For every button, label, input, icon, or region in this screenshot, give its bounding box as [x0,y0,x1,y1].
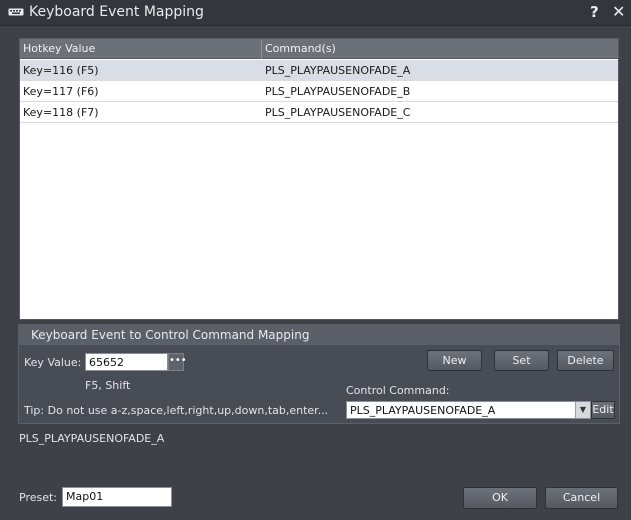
table-row[interactable]: Key=117 (F6) PLS_PLAYPAUSENOFADE_B [20,81,618,102]
title-bar: Keyboard Event Mapping ? ✕ [0,0,631,26]
column-header-hotkey[interactable]: Hotkey Value [23,42,95,55]
control-command-select[interactable]: PLS_PLAYPAUSENOFADE_A ▼ [346,401,591,419]
command-cell: PLS_PLAYPAUSENOFADE_B [265,85,411,98]
set-button[interactable]: Set [494,350,549,371]
selected-command-text: PLS_PLAYPAUSENOFADE_A [19,432,165,445]
window-title: Keyboard Event Mapping [29,4,204,20]
table-row[interactable]: Key=116 (F5) PLS_PLAYPAUSENOFADE_A [20,60,618,81]
help-icon[interactable]: ? [590,3,599,21]
key-value-input[interactable]: 65652 [85,353,168,371]
hotkey-cell: Key=118 (F7) [23,106,99,119]
hotkey-cell: Key=116 (F5) [23,64,99,77]
command-cell: PLS_PLAYPAUSENOFADE_A [265,64,411,77]
key-value-label: Key Value: [24,356,82,369]
preset-input[interactable]: Map01 [62,487,172,507]
cancel-button[interactable]: Cancel [545,487,618,509]
hotkey-table[interactable]: Hotkey Value Command(s) Key=116 (F5) PLS… [19,38,619,320]
mapping-panel: Keyboard Event to Control Command Mappin… [18,324,620,424]
mapping-panel-title-text: Keyboard Event to Control Command Mappin… [31,328,310,342]
mapping-panel-title: Keyboard Event to Control Command Mappin… [19,325,619,345]
control-command-label: Control Command: [346,384,450,397]
key-browse-button[interactable]: ••• [168,353,187,371]
edit-command-button[interactable]: Edit [591,401,615,419]
close-icon[interactable]: ✕ [612,2,625,21]
preset-label: Preset: [19,491,58,504]
ok-button[interactable]: OK [463,487,537,509]
command-cell: PLS_PLAYPAUSENOFADE_C [265,106,411,119]
tip-text: Tip: Do not use a-z,space,left,right,up,… [24,404,329,417]
hotkey-cell: Key=117 (F6) [23,85,99,98]
table-header: Hotkey Value Command(s) [20,39,618,59]
column-divider[interactable] [261,39,262,59]
key-description: F5, Shift [85,379,131,392]
new-button[interactable]: New [427,350,482,371]
keyboard-icon [8,8,24,16]
delete-button[interactable]: Delete [557,350,614,371]
chevron-down-icon[interactable]: ▼ [575,402,590,418]
table-row[interactable]: Key=118 (F7) PLS_PLAYPAUSENOFADE_C [20,102,618,123]
control-command-value: PLS_PLAYPAUSENOFADE_A [350,404,496,417]
column-header-commands[interactable]: Command(s) [265,42,336,55]
